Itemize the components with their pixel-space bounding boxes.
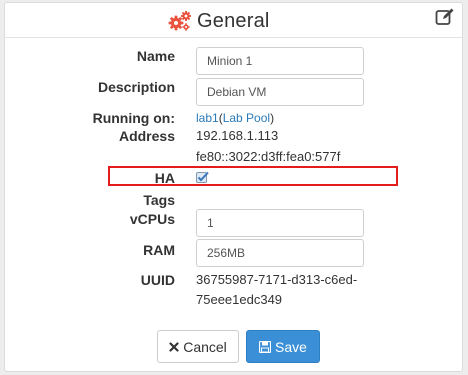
floppy-icon bbox=[259, 340, 272, 353]
address-label: Address bbox=[118, 128, 175, 144]
running-on-label: Running on: bbox=[92, 110, 175, 126]
address-ipv6: fe80::3022:d3ff:fea0:577f bbox=[196, 149, 341, 164]
uuid-line2: 75eee1edc349 bbox=[196, 292, 283, 307]
vcpus-input[interactable]: 1 bbox=[196, 209, 364, 237]
edit-button[interactable] bbox=[434, 8, 456, 30]
host-link[interactable]: lab1 bbox=[196, 111, 219, 125]
running-on-value: lab1(Lab Pool) bbox=[196, 109, 274, 127]
uuid-label: UUID bbox=[140, 272, 175, 288]
name-input[interactable]: Minion 1 bbox=[196, 47, 364, 75]
pool-close-paren: ) bbox=[270, 111, 275, 125]
save-label: Save bbox=[275, 338, 307, 355]
ram-input[interactable]: 256MB bbox=[196, 239, 364, 267]
panel-header: General bbox=[5, 3, 462, 38]
save-button[interactable]: Save bbox=[246, 330, 320, 363]
ha-highlight-box bbox=[108, 166, 398, 186]
close-icon bbox=[169, 341, 179, 352]
cancel-label: Cancel bbox=[183, 338, 227, 355]
general-panel: General Name Minion 1 Description Debian… bbox=[4, 2, 463, 372]
uuid-line1: 36755987-7171-d313-c6ed- bbox=[196, 272, 358, 287]
gears-icon bbox=[168, 10, 192, 32]
cancel-button[interactable]: Cancel bbox=[157, 330, 239, 363]
ram-label: RAM bbox=[143, 242, 175, 258]
edit-icon bbox=[435, 7, 455, 32]
name-label: Name bbox=[136, 48, 175, 64]
description-input[interactable]: Debian VM bbox=[196, 78, 364, 106]
vcpus-label: vCPUs bbox=[129, 211, 175, 227]
tags-label: Tags bbox=[143, 192, 175, 208]
description-label: Description bbox=[97, 79, 175, 95]
address-ipv4: 192.168.1.113 bbox=[196, 128, 279, 143]
pool-link[interactable]: Lab Pool bbox=[223, 111, 270, 125]
panel-title-wrap: General bbox=[168, 8, 270, 34]
panel-title: General bbox=[197, 9, 270, 32]
